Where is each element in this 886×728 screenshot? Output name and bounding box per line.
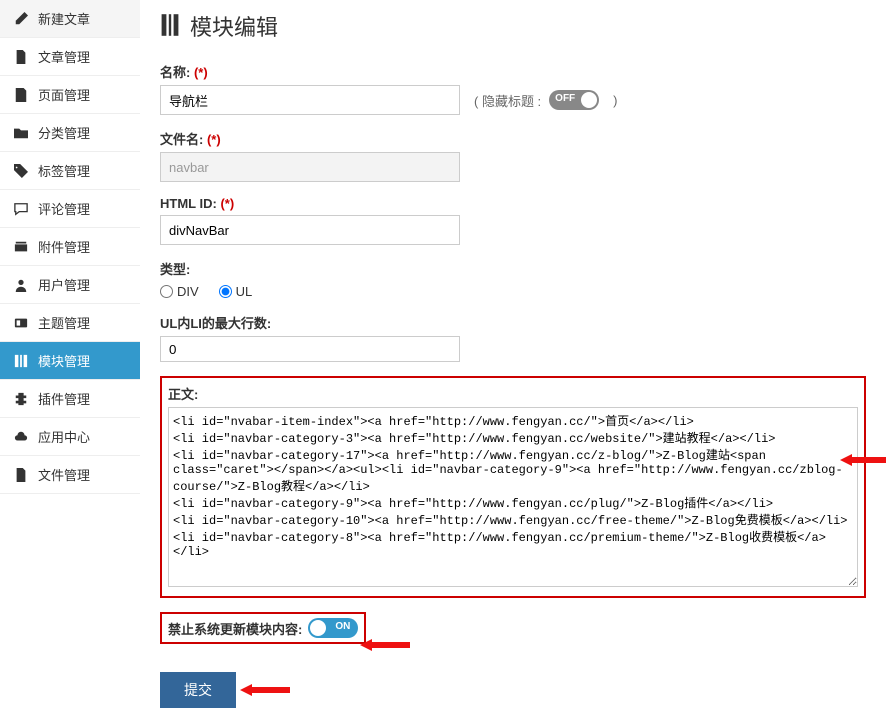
main-content: 模块编辑 名称: (*) ( 隐藏标题 : OFF ) 文件名: (*) (140, 0, 886, 728)
sidebar-item-themes[interactable]: 主题管理 (0, 304, 140, 342)
content-textarea[interactable] (168, 407, 858, 587)
sidebar-item-app-center[interactable]: 应用中心 (0, 418, 140, 456)
document-icon (12, 50, 30, 64)
field-content: 正文: (160, 376, 866, 598)
page-title: 模块编辑 (190, 10, 278, 42)
field-filename: 文件名: (*) (160, 129, 866, 182)
comment-icon (12, 202, 30, 216)
close-paren: ) (613, 93, 617, 108)
sidebar-item-label: 评论管理 (38, 199, 90, 218)
required-mark: (*) (207, 132, 221, 147)
sidebar-item-attachments[interactable]: 附件管理 (0, 228, 140, 266)
type-label: 类型: (160, 259, 866, 278)
field-name: 名称: (*) ( 隐藏标题 : OFF ) (160, 62, 866, 115)
annotation-arrow-icon (840, 450, 886, 470)
plugin-icon (12, 392, 30, 406)
field-type: 类型: DIV UL (160, 259, 866, 299)
field-maxrows: UL内LI的最大行数: (160, 313, 866, 362)
maxrows-input[interactable] (160, 336, 460, 362)
maxrows-label: UL内LI的最大行数: (160, 313, 866, 332)
radio-ul-input[interactable] (219, 285, 232, 298)
sidebar-item-label: 页面管理 (38, 85, 90, 104)
annotation-arrow-icon (360, 635, 410, 655)
filename-label: 文件名: (*) (160, 129, 866, 148)
sidebar-item-tags[interactable]: 标签管理 (0, 152, 140, 190)
sidebar-item-label: 模块管理 (38, 351, 90, 370)
sidebar-item-modules[interactable]: 模块管理 (0, 342, 140, 380)
sidebar-item-label: 分类管理 (38, 123, 90, 142)
theme-icon (12, 316, 30, 330)
sidebar-item-plugins[interactable]: 插件管理 (0, 380, 140, 418)
lock-label: 禁止系统更新模块内容: (168, 619, 302, 638)
sidebar-item-label: 用户管理 (38, 275, 90, 294)
lock-toggle[interactable]: ON (308, 618, 358, 638)
hide-title-label: ( 隐藏标题 : (474, 91, 541, 110)
sidebar-item-label: 文章管理 (38, 47, 90, 66)
htmlid-input[interactable] (160, 215, 460, 245)
cloud-icon (12, 430, 30, 444)
radio-ul[interactable]: UL (219, 284, 253, 299)
page-header: 模块编辑 (160, 10, 866, 42)
sidebar-item-pages[interactable]: 页面管理 (0, 76, 140, 114)
sidebar-item-label: 主题管理 (38, 313, 90, 332)
sidebar: 新建文章 文章管理 页面管理 分类管理 标签管理 评论管理 附件管理 用户管理 (0, 0, 140, 728)
radio-div[interactable]: DIV (160, 284, 199, 299)
content-label: 正文: (168, 384, 858, 403)
sidebar-item-files[interactable]: 文件管理 (0, 456, 140, 494)
sidebar-item-label: 新建文章 (38, 9, 90, 28)
sidebar-item-posts[interactable]: 文章管理 (0, 38, 140, 76)
sidebar-item-label: 附件管理 (38, 237, 90, 256)
sidebar-item-label: 应用中心 (38, 427, 90, 446)
radio-div-input[interactable] (160, 285, 173, 298)
field-lock: 禁止系统更新模块内容: ON (160, 612, 366, 644)
field-htmlid: HTML ID: (*) (160, 196, 866, 245)
module-icon (12, 354, 30, 368)
required-mark: (*) (194, 65, 208, 80)
sidebar-item-new-post[interactable]: 新建文章 (0, 0, 140, 38)
htmlid-label: HTML ID: (*) (160, 196, 866, 211)
module-header-icon (160, 13, 180, 40)
required-mark: (*) (220, 196, 234, 211)
sidebar-item-label: 文件管理 (38, 465, 90, 484)
user-icon (12, 278, 30, 292)
file-icon (12, 468, 30, 482)
sidebar-item-comments[interactable]: 评论管理 (0, 190, 140, 228)
sidebar-item-users[interactable]: 用户管理 (0, 266, 140, 304)
tag-icon (12, 164, 30, 178)
pencil-icon (12, 12, 30, 26)
name-input[interactable] (160, 85, 460, 115)
sidebar-item-categories[interactable]: 分类管理 (0, 114, 140, 152)
name-label: 名称: (*) (160, 62, 866, 81)
hide-title-toggle[interactable]: OFF (549, 90, 599, 110)
submit-button[interactable]: 提交 (160, 672, 236, 708)
sidebar-item-label: 标签管理 (38, 161, 90, 180)
sidebar-item-label: 插件管理 (38, 389, 90, 408)
page-icon (12, 88, 30, 102)
filename-input (160, 152, 460, 182)
attachment-icon (12, 240, 30, 254)
annotation-arrow-icon (240, 680, 290, 700)
folder-icon (12, 126, 30, 140)
